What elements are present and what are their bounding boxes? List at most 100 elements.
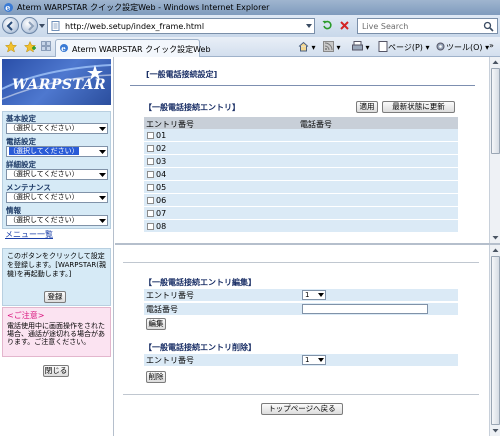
address-dropdown-icon[interactable]	[306, 24, 312, 29]
entry-number: 03	[156, 157, 167, 166]
entry-checkbox[interactable]	[147, 132, 154, 139]
select-value: 1	[305, 356, 310, 364]
entry-checkbox[interactable]	[147, 223, 154, 230]
lower-frame-scrollbar[interactable]	[489, 245, 500, 436]
address-toolbar: http://web.setup/index_frame.html Live S…	[0, 15, 500, 37]
chevron-down-icon	[99, 150, 106, 154]
ie-logo-icon: e	[4, 3, 13, 13]
scrollbar-thumb[interactable]	[491, 68, 500, 154]
rss-feed-icon	[323, 41, 334, 52]
scrollbar-thumb[interactable]	[491, 256, 500, 425]
tab-current[interactable]: e Aterm WARPSTAR クイック設定Web	[55, 39, 211, 57]
tools-gear-icon	[436, 42, 445, 51]
table-header: エントリ番号 電話番号	[144, 117, 458, 129]
search-icon[interactable]	[483, 21, 494, 32]
phone-number-input[interactable]	[302, 304, 428, 314]
scroll-down-icon[interactable]	[491, 233, 500, 242]
upper-frame-scrollbar[interactable]	[489, 57, 500, 243]
phone-settings-select[interactable]: （選択してください）	[6, 146, 108, 157]
settings-menu-panel: 基本設定 （選択してください） 電話設定 （選択してください） 詳細設定 （選択…	[2, 111, 111, 229]
refresh-status-button[interactable]: 最新状態に更新	[382, 101, 455, 113]
caution-text: 電話使用中に画面操作をされた場合、通話が途切れる場合があります。ご注意ください。	[7, 322, 105, 346]
back-arrow-icon	[6, 21, 13, 31]
entry-checkbox[interactable]	[147, 184, 154, 191]
menu-group-maintenance: メンテナンス （選択してください）	[6, 183, 108, 203]
register-button[interactable]: 登録	[44, 291, 66, 303]
scroll-up-icon[interactable]	[491, 58, 500, 67]
favorites-star-icon[interactable]	[5, 41, 17, 53]
entry-checkbox[interactable]	[147, 210, 154, 217]
chevron-down-icon	[99, 219, 106, 223]
menu-group-advanced: 詳細設定 （選択してください）	[6, 160, 108, 180]
chevron-more-button[interactable]: »	[489, 41, 494, 53]
chevron-down-icon	[99, 127, 106, 131]
home-button[interactable]: ▾	[298, 41, 316, 53]
entry-checkbox[interactable]	[147, 158, 154, 165]
window-title: Aterm WARPSTAR クイック設定Web - Windows Inter…	[17, 3, 270, 12]
apply-button[interactable]: 適用	[356, 101, 378, 113]
basic-settings-select[interactable]: （選択してください）	[6, 123, 108, 134]
delete-entry-select[interactable]: 1	[302, 355, 326, 365]
menu-group-label: 情報	[6, 206, 21, 215]
select-value: 1	[305, 291, 310, 299]
table-row: 06	[144, 194, 458, 207]
scroll-down-icon[interactable]	[491, 426, 500, 435]
edit-entry-select[interactable]: 1	[302, 290, 326, 300]
page-menu[interactable]: ページ(P) ▾	[378, 41, 429, 53]
table-row: 05	[144, 181, 458, 194]
table-row: 04	[144, 168, 458, 181]
entry-checkbox[interactable]	[147, 197, 154, 204]
history-dropdown-icon[interactable]	[39, 23, 45, 29]
url-text: http://web.setup/index_frame.html	[65, 22, 205, 31]
table-row: 01	[144, 129, 458, 142]
delete-entry-label: エントリ番号	[146, 356, 194, 365]
add-favorites-icon[interactable]	[24, 41, 36, 53]
notice-text: このボタンをクリックして設定を登録します。[WARPSTAR(親機)を再起動しま…	[7, 252, 107, 278]
advanced-settings-select[interactable]: （選択してください）	[6, 169, 108, 180]
tools-menu[interactable]: ツール(O) ▾	[435, 41, 489, 53]
entry-checkbox[interactable]	[147, 145, 154, 152]
forward-button[interactable]	[21, 17, 38, 34]
select-value: （選択してください）	[9, 147, 79, 155]
edit-phone-row: 電話番号	[144, 303, 458, 315]
menu-list-link[interactable]: メニュー一覧	[5, 229, 53, 240]
table-row: 08	[144, 220, 458, 233]
entry-number: 06	[156, 196, 167, 205]
refresh-icon[interactable]	[322, 20, 333, 31]
chevron-down-icon	[318, 358, 324, 362]
print-button[interactable]: ▾	[352, 41, 370, 53]
page-icon	[51, 21, 60, 31]
logo-text: WARPSTAR	[12, 77, 107, 93]
entry-section-title: 【一般電話接続エントリ】	[144, 103, 240, 112]
address-bar[interactable]: http://web.setup/index_frame.html	[47, 18, 315, 34]
tab-command-bar: e Aterm WARPSTAR クイック設定Web ▾ ▾ ▾ ページ(P) …	[0, 37, 500, 57]
register-notice-panel: このボタンをクリックして設定を登録します。[WARPSTAR(親機)を再起動しま…	[2, 248, 111, 306]
info-select[interactable]: （選択してください）	[6, 215, 108, 226]
maintenance-select[interactable]: （選択してください）	[6, 192, 108, 203]
tab-label: Aterm WARPSTAR クイック設定Web	[72, 45, 211, 54]
delete-button[interactable]: 削除	[146, 371, 166, 383]
edit-button[interactable]: 編集	[146, 318, 166, 330]
edit-entry-row: エントリ番号 1	[144, 289, 458, 301]
window-title-bar: e Aterm WARPSTAR クイック設定Web - Windows Int…	[0, 0, 500, 15]
stop-icon[interactable]	[339, 20, 350, 31]
select-value: （選択してください）	[9, 170, 79, 178]
delete-entry-row: エントリ番号 1	[144, 354, 458, 366]
quick-tabs-icon[interactable]	[41, 41, 51, 51]
search-input[interactable]: Live Search	[357, 18, 498, 34]
entry-checkbox[interactable]	[147, 171, 154, 178]
close-button[interactable]: 閉じる	[43, 365, 69, 377]
back-button[interactable]	[2, 17, 19, 34]
menu-group-label: 基本設定	[6, 114, 36, 123]
home-icon	[298, 41, 309, 52]
feeds-button[interactable]: ▾	[323, 41, 341, 53]
menu-group-label: 詳細設定	[6, 160, 36, 169]
menu-group-label: 電話設定	[6, 137, 36, 146]
back-to-top-button[interactable]: トップページへ戻る	[261, 403, 343, 415]
entry-number: 02	[156, 144, 167, 153]
tools-menu-label: ツール(O)	[446, 43, 483, 52]
scroll-up-icon[interactable]	[491, 246, 500, 255]
menu-group-basic: 基本設定 （選択してください）	[6, 114, 108, 134]
entry-number: 08	[156, 222, 167, 231]
edit-phone-label: 電話番号	[146, 305, 178, 314]
